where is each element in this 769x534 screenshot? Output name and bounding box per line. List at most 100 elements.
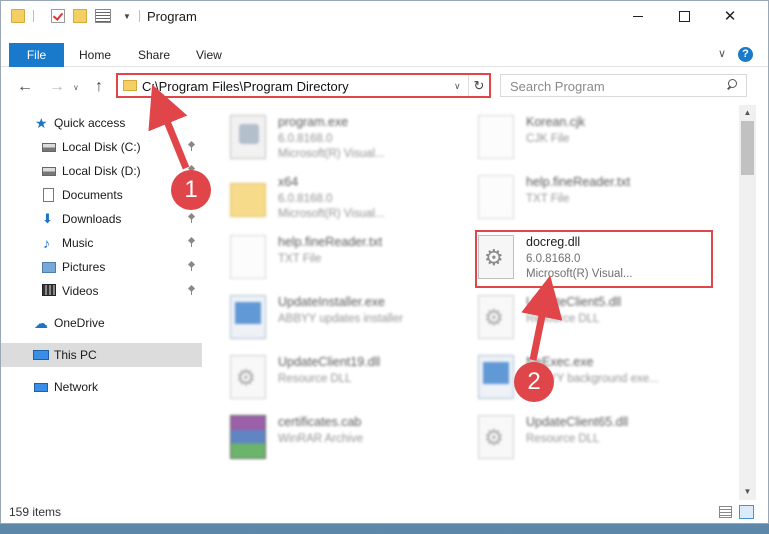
dll-gear-icon [478, 295, 514, 339]
close-button[interactable]: ✕ [707, 1, 753, 31]
tab-share[interactable]: Share [138, 48, 170, 62]
pin-icon[interactable] [188, 286, 195, 295]
recent-locations-chevron-icon[interactable]: ∨ [73, 83, 79, 92]
tab-file[interactable]: File [9, 43, 64, 67]
file-version: 6.0.8168.0 [278, 193, 333, 205]
network-icon [34, 383, 48, 392]
sidebar-item-label: Documents [62, 188, 123, 202]
ribbon-tabs: File Home Share View ∨ ? [1, 43, 768, 67]
sidebar-item-music[interactable]: ♪ Music [1, 231, 202, 255]
file-item[interactable]: UpdateInstaller.exe ABBYY updates instal… [230, 293, 480, 351]
address-bar[interactable]: C:\Program Files\Program Directory ∨ ↻ [116, 73, 491, 98]
search-placeholder: Search Program [510, 79, 605, 94]
text-file-icon [478, 175, 514, 219]
sidebar-item-pictures[interactable]: Pictures [1, 255, 202, 279]
file-name: x64 [278, 175, 299, 189]
properties-check-icon[interactable] [51, 9, 65, 23]
scrollbar-thumb[interactable] [741, 121, 754, 175]
title-bar: ▼ Program ✕ [1, 1, 768, 31]
file-name: UpdateInstaller.exe [278, 295, 386, 309]
close-icon: ✕ [723, 7, 737, 25]
sidebar-item-videos[interactable]: Videos [1, 279, 202, 303]
forward-button[interactable]: → [49, 78, 65, 96]
file-description: Microsoft(R) Visual... [278, 208, 385, 220]
sidebar-item-network[interactable]: Network [1, 375, 202, 399]
file-type: WinRAR Archive [278, 433, 363, 445]
tab-view[interactable]: View [196, 48, 222, 62]
file-item[interactable]: certificates.cab WinRAR Archive [230, 413, 480, 471]
folder-icon [230, 183, 266, 217]
text-file-icon [230, 235, 266, 279]
folder-icon [11, 9, 25, 23]
pin-icon[interactable] [188, 214, 195, 223]
explorer-window: ▼ Program ✕ File Home Share View ∨ ? ← →… [0, 0, 769, 524]
file-item[interactable]: program.exe 6.0.8168.0 Microsoft(R) Visu… [230, 113, 480, 171]
file-item[interactable]: UpdateClient5.dll Resource DLL [478, 293, 728, 351]
help-icon[interactable]: ? [738, 47, 753, 62]
disk-icon [42, 167, 56, 176]
minimize-button[interactable] [615, 1, 661, 31]
tab-home[interactable]: Home [79, 48, 111, 62]
download-icon: ⬇ [42, 211, 53, 226]
file-list: program.exe 6.0.8168.0 Microsoft(R) Visu… [206, 105, 739, 500]
step-2-badge: 2 [514, 362, 554, 402]
window-title: Program [147, 9, 197, 24]
sidebar-item-label: Quick access [54, 116, 126, 130]
maximize-button[interactable] [661, 1, 707, 31]
sidebar-item-quick-access[interactable]: ★ Quick access [1, 111, 202, 135]
properties-icon[interactable] [95, 9, 111, 23]
search-icon[interactable] [726, 79, 737, 90]
star-icon: ★ [35, 115, 48, 131]
pin-icon[interactable] [188, 238, 195, 247]
sidebar-item-onedrive[interactable]: ☁ OneDrive [1, 311, 202, 335]
file-version: 6.0.8168.0 [278, 133, 333, 145]
installer-icon [230, 295, 266, 339]
folder-item[interactable]: x64 6.0.8168.0 Microsoft(R) Visual... [230, 173, 480, 231]
sidebar-item-label: This PC [54, 348, 97, 362]
file-item[interactable]: UpdateClient19.dll Resource DLL [230, 353, 480, 411]
toolbar-separator [139, 10, 140, 22]
file-item[interactable]: UpdateClient65.dll Resource DLL [478, 413, 728, 471]
file-name: UpdateClient65.dll [526, 415, 629, 429]
archive-icon [230, 415, 266, 459]
sidebar-item-label: Local Disk (C:) [62, 140, 141, 154]
music-icon: ♪ [43, 235, 50, 251]
pin-icon[interactable] [188, 262, 195, 271]
up-button[interactable]: ↑ [95, 78, 103, 96]
scroll-down-icon[interactable]: ▼ [739, 484, 756, 500]
address-path[interactable]: C:\Program Files\Program Directory [142, 79, 349, 94]
sidebar-item-downloads[interactable]: ⬇ Downloads [1, 207, 202, 231]
search-input[interactable]: Search Program [500, 74, 747, 97]
sidebar-item-label: OneDrive [54, 316, 105, 330]
file-item[interactable]: help.fineReader.txt TXT File [478, 173, 728, 231]
videos-icon [42, 284, 56, 296]
sidebar-item-local-disk-c[interactable]: Local Disk (C:) [1, 135, 202, 159]
file-item[interactable]: Korean.cjk CJK File [478, 113, 728, 171]
pin-icon[interactable] [188, 142, 195, 151]
sidebar-item-local-disk-d[interactable]: Local Disk (D:) [1, 159, 202, 183]
large-icons-view-icon[interactable] [739, 505, 754, 519]
file-name: program.exe [278, 115, 349, 129]
sidebar-item-label: Music [62, 236, 94, 250]
cloud-icon: ☁ [34, 315, 48, 331]
customize-toolbar-chevron-icon[interactable]: ▼ [123, 12, 131, 21]
file-name: UpdateClient19.dll [278, 355, 381, 369]
vertical-scrollbar[interactable]: ▲ ▼ [739, 105, 756, 500]
sidebar-item-this-pc[interactable]: This PC [1, 343, 202, 367]
expand-ribbon-chevron-icon[interactable]: ∨ [718, 47, 726, 60]
file-type: TXT File [526, 193, 570, 205]
scroll-up-icon[interactable]: ▲ [739, 105, 756, 121]
new-folder-icon[interactable] [73, 9, 87, 23]
sidebar-item-label: Downloads [62, 212, 122, 226]
dll-gear-icon [230, 355, 266, 399]
file-icon [478, 115, 514, 159]
refresh-button[interactable]: ↻ [468, 75, 489, 96]
file-item[interactable]: help.fineReader.txt TXT File [230, 233, 480, 291]
toolbar-separator [33, 10, 34, 22]
application-icon [230, 115, 266, 159]
back-button[interactable]: ← [17, 78, 33, 96]
address-history-chevron-icon[interactable]: ∨ [454, 81, 461, 92]
details-view-icon[interactable] [719, 506, 732, 518]
file-type: CJK File [526, 133, 570, 145]
folder-icon [123, 80, 137, 91]
